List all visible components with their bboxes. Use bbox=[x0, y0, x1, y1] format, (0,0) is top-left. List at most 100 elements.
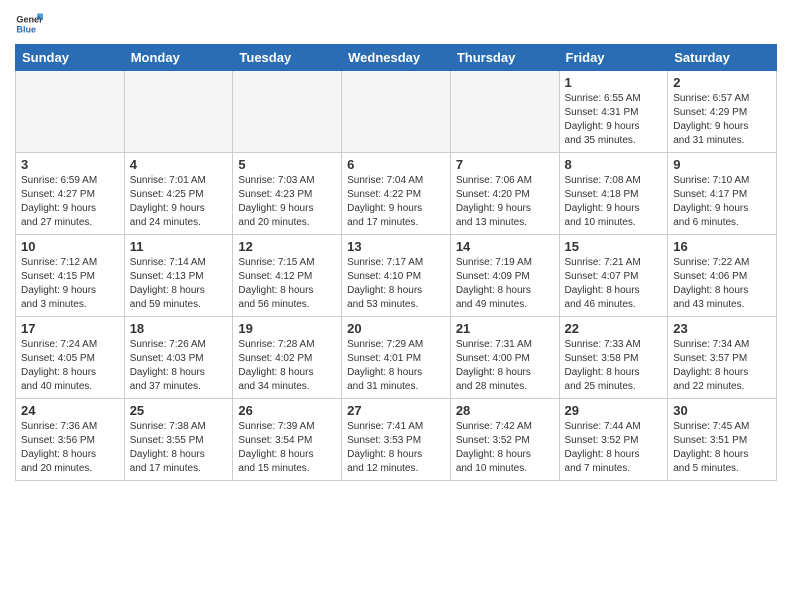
calendar-table: SundayMondayTuesdayWednesdayThursdayFrid… bbox=[15, 44, 777, 481]
day-details: Sunrise: 7:21 AMSunset: 4:07 PMDaylight:… bbox=[565, 256, 663, 312]
calendar-cell bbox=[124, 71, 233, 153]
day-details: Sunrise: 6:59 AMSunset: 4:27 PMDaylight:… bbox=[21, 174, 119, 230]
day-number: 26 bbox=[238, 403, 336, 418]
week-row-3: 17 Sunrise: 7:24 AMSunset: 4:05 PMDayligh… bbox=[16, 317, 777, 399]
page-container: General Blue SundayMondayTuesdayWednesda… bbox=[0, 0, 792, 491]
calendar-cell: 7Sunrise: 7:06 AMSunset: 4:20 PMDaylight… bbox=[450, 153, 559, 235]
calendar-cell: 28 Sunrise: 7:42 AMSunset: 3:52 PMDayligh… bbox=[450, 399, 559, 481]
day-details: Sunrise: 7:34 AMSunset: 3:57 PMDaylight:… bbox=[673, 338, 771, 394]
day-details: Sunrise: 7:26 AMSunset: 4:03 PMDaylight:… bbox=[130, 338, 228, 394]
day-number: 25 bbox=[130, 403, 228, 418]
day-number: 24 bbox=[21, 403, 119, 418]
calendar-cell: 29 Sunrise: 7:44 AMSunset: 3:52 PMDayligh… bbox=[559, 399, 668, 481]
calendar-cell: 26 Sunrise: 7:39 AMSunset: 3:54 PMDayligh… bbox=[233, 399, 342, 481]
day-number: 29 bbox=[565, 403, 663, 418]
calendar-cell: 13 Sunrise: 7:17 AMSunset: 4:10 PMDayligh… bbox=[342, 235, 451, 317]
day-number: 12 bbox=[238, 239, 336, 254]
day-number: 16 bbox=[673, 239, 771, 254]
day-details: Sunrise: 7:10 AMSunset: 4:17 PMDaylight:… bbox=[673, 174, 771, 230]
day-details: Sunrise: 7:38 AMSunset: 3:55 PMDaylight:… bbox=[130, 420, 228, 476]
calendar-cell: 17 Sunrise: 7:24 AMSunset: 4:05 PMDayligh… bbox=[16, 317, 125, 399]
day-number: 11 bbox=[130, 239, 228, 254]
calendar-cell: 9 Sunrise: 7:10 AMSunset: 4:17 PMDaylight… bbox=[668, 153, 777, 235]
day-number: 9 bbox=[673, 157, 771, 172]
calendar-cell bbox=[16, 71, 125, 153]
day-number: 21 bbox=[456, 321, 554, 336]
day-details: Sunrise: 6:57 AMSunset: 4:29 PMDaylight:… bbox=[673, 92, 771, 148]
day-details: Sunrise: 7:36 AMSunset: 3:56 PMDaylight:… bbox=[21, 420, 119, 476]
calendar-cell: 23 Sunrise: 7:34 AMSunset: 3:57 PMDayligh… bbox=[668, 317, 777, 399]
day-number: 30 bbox=[673, 403, 771, 418]
day-header-thursday: Thursday bbox=[450, 45, 559, 71]
day-number: 6 bbox=[347, 157, 445, 172]
calendar-cell: 25 Sunrise: 7:38 AMSunset: 3:55 PMDayligh… bbox=[124, 399, 233, 481]
calendar-cell: 2 Sunrise: 6:57 AMSunset: 4:29 PMDaylight… bbox=[668, 71, 777, 153]
day-number: 23 bbox=[673, 321, 771, 336]
day-details: Sunrise: 7:06 AMSunset: 4:20 PMDaylight:… bbox=[456, 174, 554, 230]
day-number: 20 bbox=[347, 321, 445, 336]
day-details: Sunrise: 7:01 AMSunset: 4:25 PMDaylight:… bbox=[130, 174, 228, 230]
calendar-cell bbox=[342, 71, 451, 153]
day-number: 17 bbox=[21, 321, 119, 336]
day-details: Sunrise: 7:04 AMSunset: 4:22 PMDaylight:… bbox=[347, 174, 445, 230]
calendar-cell: 30Sunrise: 7:45 AMSunset: 3:51 PMDayligh… bbox=[668, 399, 777, 481]
calendar-cell: 18Sunrise: 7:26 AMSunset: 4:03 PMDayligh… bbox=[124, 317, 233, 399]
day-number: 13 bbox=[347, 239, 445, 254]
calendar-cell: 21 Sunrise: 7:31 AMSunset: 4:00 PMDayligh… bbox=[450, 317, 559, 399]
day-details: Sunrise: 7:42 AMSunset: 3:52 PMDaylight:… bbox=[456, 420, 554, 476]
day-details: Sunrise: 7:03 AMSunset: 4:23 PMDaylight:… bbox=[238, 174, 336, 230]
day-header-friday: Friday bbox=[559, 45, 668, 71]
day-details: Sunrise: 7:24 AMSunset: 4:05 PMDaylight:… bbox=[21, 338, 119, 394]
day-header-tuesday: Tuesday bbox=[233, 45, 342, 71]
day-number: 14 bbox=[456, 239, 554, 254]
calendar-cell: 12 Sunrise: 7:15 AMSunset: 4:12 PMDayligh… bbox=[233, 235, 342, 317]
calendar-cell: 5Sunrise: 7:03 AMSunset: 4:23 PMDaylight… bbox=[233, 153, 342, 235]
week-row-1: 3 Sunrise: 6:59 AMSunset: 4:27 PMDaylight… bbox=[16, 153, 777, 235]
day-details: Sunrise: 7:29 AMSunset: 4:01 PMDaylight:… bbox=[347, 338, 445, 394]
day-details: Sunrise: 7:08 AMSunset: 4:18 PMDaylight:… bbox=[565, 174, 663, 230]
calendar-cell: 10 Sunrise: 7:12 AMSunset: 4:15 PMDayligh… bbox=[16, 235, 125, 317]
calendar-cell: 14 Sunrise: 7:19 AMSunset: 4:09 PMDayligh… bbox=[450, 235, 559, 317]
day-number: 10 bbox=[21, 239, 119, 254]
calendar-cell: 19 Sunrise: 7:28 AMSunset: 4:02 PMDayligh… bbox=[233, 317, 342, 399]
day-details: Sunrise: 7:33 AMSunset: 3:58 PMDaylight:… bbox=[565, 338, 663, 394]
day-header-saturday: Saturday bbox=[668, 45, 777, 71]
day-header-sunday: Sunday bbox=[16, 45, 125, 71]
day-details: Sunrise: 7:15 AMSunset: 4:12 PMDaylight:… bbox=[238, 256, 336, 312]
day-number: 22 bbox=[565, 321, 663, 336]
logo-icon: General Blue bbox=[15, 10, 43, 38]
calendar-cell: 4 Sunrise: 7:01 AMSunset: 4:25 PMDaylight… bbox=[124, 153, 233, 235]
calendar-cell: 20 Sunrise: 7:29 AMSunset: 4:01 PMDayligh… bbox=[342, 317, 451, 399]
day-header-wednesday: Wednesday bbox=[342, 45, 451, 71]
calendar-cell bbox=[450, 71, 559, 153]
day-number: 19 bbox=[238, 321, 336, 336]
calendar-cell bbox=[233, 71, 342, 153]
week-row-2: 10 Sunrise: 7:12 AMSunset: 4:15 PMDayligh… bbox=[16, 235, 777, 317]
calendar-cell: 3 Sunrise: 6:59 AMSunset: 4:27 PMDaylight… bbox=[16, 153, 125, 235]
day-details: Sunrise: 7:17 AMSunset: 4:10 PMDaylight:… bbox=[347, 256, 445, 312]
day-number: 2 bbox=[673, 75, 771, 90]
calendar-cell: 15 Sunrise: 7:21 AMSunset: 4:07 PMDayligh… bbox=[559, 235, 668, 317]
week-row-0: 1Sunrise: 6:55 AMSunset: 4:31 PMDaylight… bbox=[16, 71, 777, 153]
day-details: Sunrise: 7:28 AMSunset: 4:02 PMDaylight:… bbox=[238, 338, 336, 394]
calendar-cell: 16 Sunrise: 7:22 AMSunset: 4:06 PMDayligh… bbox=[668, 235, 777, 317]
day-details: Sunrise: 7:14 AMSunset: 4:13 PMDaylight:… bbox=[130, 256, 228, 312]
day-number: 28 bbox=[456, 403, 554, 418]
day-details: Sunrise: 7:12 AMSunset: 4:15 PMDaylight:… bbox=[21, 256, 119, 312]
day-header-monday: Monday bbox=[124, 45, 233, 71]
day-number: 3 bbox=[21, 157, 119, 172]
calendar-cell: 22 Sunrise: 7:33 AMSunset: 3:58 PMDayligh… bbox=[559, 317, 668, 399]
day-details: Sunrise: 7:44 AMSunset: 3:52 PMDaylight:… bbox=[565, 420, 663, 476]
calendar-cell: 8Sunrise: 7:08 AMSunset: 4:18 PMDaylight… bbox=[559, 153, 668, 235]
day-number: 4 bbox=[130, 157, 228, 172]
day-details: Sunrise: 7:31 AMSunset: 4:00 PMDaylight:… bbox=[456, 338, 554, 394]
day-details: Sunrise: 7:22 AMSunset: 4:06 PMDaylight:… bbox=[673, 256, 771, 312]
header: General Blue bbox=[15, 10, 777, 38]
svg-text:Blue: Blue bbox=[16, 24, 36, 34]
calendar-header-row: SundayMondayTuesdayWednesdayThursdayFrid… bbox=[16, 45, 777, 71]
calendar-cell: 11 Sunrise: 7:14 AMSunset: 4:13 PMDayligh… bbox=[124, 235, 233, 317]
day-number: 15 bbox=[565, 239, 663, 254]
day-details: Sunrise: 7:19 AMSunset: 4:09 PMDaylight:… bbox=[456, 256, 554, 312]
day-number: 27 bbox=[347, 403, 445, 418]
day-details: Sunrise: 7:39 AMSunset: 3:54 PMDaylight:… bbox=[238, 420, 336, 476]
